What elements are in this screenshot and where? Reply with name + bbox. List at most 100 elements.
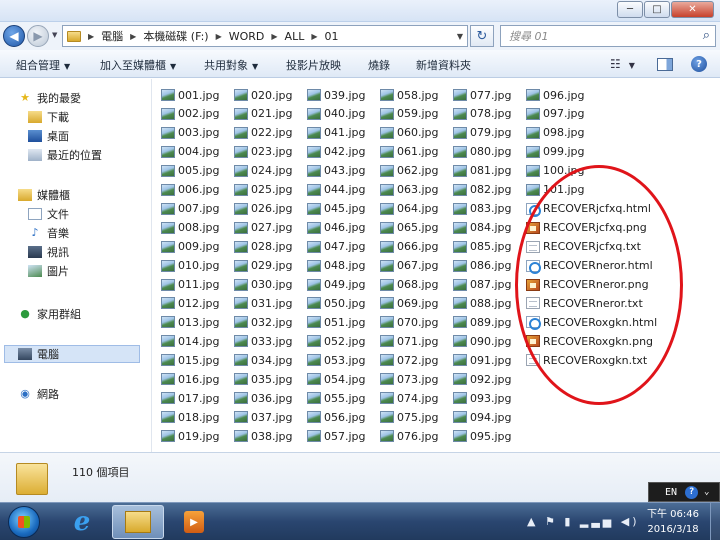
file-item[interactable]: 061.jpg <box>380 143 439 161</box>
file-item[interactable]: 018.jpg <box>161 408 220 426</box>
taskbar-media-player-button[interactable]: ▶ <box>168 505 220 539</box>
file-item[interactable]: 058.jpg <box>380 86 439 104</box>
breadcrumb-01[interactable]: 01 <box>325 30 339 43</box>
slideshow-button[interactable]: 投影片放映 <box>286 57 341 73</box>
file-item[interactable]: 086.jpg <box>453 257 512 275</box>
file-item[interactable]: 101.jpg <box>526 181 585 199</box>
file-item[interactable]: 076.jpg <box>380 427 439 445</box>
file-item[interactable]: 005.jpg <box>161 162 220 180</box>
file-item[interactable]: 089.jpg <box>453 313 512 331</box>
file-item[interactable]: 093.jpg <box>453 389 512 407</box>
file-item[interactable]: 024.jpg <box>234 162 293 180</box>
file-item[interactable]: 095.jpg <box>453 427 512 445</box>
nav-music[interactable]: ♪ 音樂 <box>28 225 69 241</box>
file-item[interactable]: 051.jpg <box>307 313 366 331</box>
file-item[interactable]: RECOVERneror.html <box>526 257 653 275</box>
file-item[interactable]: 055.jpg <box>307 389 366 407</box>
file-item[interactable]: 003.jpg <box>161 124 220 142</box>
chevron-right-icon[interactable]: ▶ <box>88 32 94 41</box>
file-item[interactable]: 045.jpg <box>307 200 366 218</box>
nav-videos[interactable]: 視訊 <box>28 244 69 260</box>
file-item[interactable]: 087.jpg <box>453 276 512 294</box>
file-item[interactable]: RECOVERjcfxq.png <box>526 219 647 237</box>
nav-network[interactable]: ◉ 網路 <box>18 386 59 402</box>
file-item[interactable]: 090.jpg <box>453 332 512 350</box>
file-item[interactable]: 017.jpg <box>161 389 220 407</box>
file-item[interactable]: 080.jpg <box>453 143 512 161</box>
nav-pictures[interactable]: 圖片 <box>28 263 69 279</box>
file-item[interactable]: 014.jpg <box>161 332 220 350</box>
file-item[interactable]: 019.jpg <box>161 427 220 445</box>
file-item[interactable]: 027.jpg <box>234 219 293 237</box>
language-bar[interactable]: EN ? ⌄ <box>648 482 720 502</box>
file-item[interactable]: 063.jpg <box>380 181 439 199</box>
file-item[interactable]: 039.jpg <box>307 86 366 104</box>
chevron-right-icon[interactable]: ▶ <box>130 32 136 41</box>
file-item[interactable]: 085.jpg <box>453 238 512 256</box>
file-item[interactable]: 088.jpg <box>453 294 512 312</box>
file-item[interactable]: 010.jpg <box>161 257 220 275</box>
file-item[interactable]: 062.jpg <box>380 162 439 180</box>
chevron-right-icon[interactable]: ▶ <box>216 32 222 41</box>
file-item[interactable]: 035.jpg <box>234 370 293 388</box>
preview-pane-icon[interactable] <box>657 58 673 71</box>
file-item[interactable]: 025.jpg <box>234 181 293 199</box>
file-item[interactable]: 047.jpg <box>307 238 366 256</box>
back-button[interactable]: ◀ <box>3 25 25 47</box>
file-item[interactable]: RECOVERoxgkn.txt <box>526 351 647 369</box>
file-item[interactable]: 001.jpg <box>161 86 220 104</box>
file-item[interactable]: 004.jpg <box>161 143 220 161</box>
taskbar-ie-button[interactable]: e <box>56 505 108 539</box>
file-item[interactable]: 100.jpg <box>526 162 585 180</box>
file-item[interactable]: 021.jpg <box>234 105 293 123</box>
file-item[interactable]: 053.jpg <box>307 351 366 369</box>
new-folder-button[interactable]: 新增資料夾 <box>416 57 471 73</box>
clock[interactable]: 下午 06:46 2016/3/18 <box>638 507 708 537</box>
file-item[interactable]: 074.jpg <box>380 389 439 407</box>
file-item[interactable]: 096.jpg <box>526 86 585 104</box>
file-item[interactable]: 059.jpg <box>380 105 439 123</box>
file-item[interactable]: 009.jpg <box>161 238 220 256</box>
file-item[interactable]: 077.jpg <box>453 86 512 104</box>
share-button[interactable]: 共用對象 ▼ <box>204 57 258 73</box>
file-item[interactable]: 028.jpg <box>234 238 293 256</box>
file-item[interactable]: 030.jpg <box>234 276 293 294</box>
close-button[interactable]: ✕ <box>671 1 714 18</box>
change-view-button[interactable]: ☷ ▼ <box>610 57 635 71</box>
file-item[interactable]: 075.jpg <box>380 408 439 426</box>
file-item[interactable]: RECOVERneror.txt <box>526 294 643 312</box>
forward-button[interactable]: ▶ <box>27 25 49 47</box>
recent-pages-dropdown[interactable]: ▼ <box>52 31 57 39</box>
breadcrumb-drive[interactable]: 本機磁碟 (F:) <box>143 28 208 44</box>
address-dropdown-icon[interactable]: ▼ <box>457 32 463 41</box>
system-tray-icons[interactable]: ▲ ⚑ ▮ ▂▃▅ ◀) <box>527 515 640 528</box>
file-item[interactable]: 094.jpg <box>453 408 512 426</box>
file-item[interactable]: 092.jpg <box>453 370 512 388</box>
file-item[interactable]: RECOVERoxgkn.png <box>526 332 653 350</box>
file-item[interactable]: 081.jpg <box>453 162 512 180</box>
file-item[interactable]: RECOVERjcfxq.html <box>526 200 651 218</box>
file-item[interactable]: 023.jpg <box>234 143 293 161</box>
file-item[interactable]: 007.jpg <box>161 200 220 218</box>
file-item[interactable]: 071.jpg <box>380 332 439 350</box>
file-item[interactable]: 057.jpg <box>307 427 366 445</box>
file-item[interactable]: 026.jpg <box>234 200 293 218</box>
add-to-library-button[interactable]: 加入至媒體櫃 ▼ <box>100 57 176 73</box>
file-item[interactable]: 052.jpg <box>307 332 366 350</box>
breadcrumb-computer[interactable]: 電腦 <box>101 28 123 44</box>
file-item[interactable]: 002.jpg <box>161 105 220 123</box>
file-item[interactable]: 084.jpg <box>453 219 512 237</box>
maximize-button[interactable]: □ <box>644 1 670 18</box>
file-item[interactable]: 056.jpg <box>307 408 366 426</box>
chevron-down-icon[interactable]: ⌄ <box>704 487 709 497</box>
address-bar[interactable]: ▶ 電腦 ▶ 本機磁碟 (F:) ▶ WORD ▶ ALL ▶ 01 ▼ <box>62 25 468 47</box>
chevron-right-icon[interactable]: ▶ <box>271 32 277 41</box>
refresh-button[interactable]: ↻ <box>470 25 494 47</box>
nav-downloads[interactable]: 下載 <box>28 109 69 125</box>
nav-recent[interactable]: 最近的位置 <box>28 147 102 163</box>
file-item[interactable]: 083.jpg <box>453 200 512 218</box>
nav-desktop[interactable]: 桌面 <box>28 128 69 144</box>
file-item[interactable]: 040.jpg <box>307 105 366 123</box>
file-item[interactable]: 006.jpg <box>161 181 220 199</box>
file-item[interactable]: 013.jpg <box>161 313 220 331</box>
